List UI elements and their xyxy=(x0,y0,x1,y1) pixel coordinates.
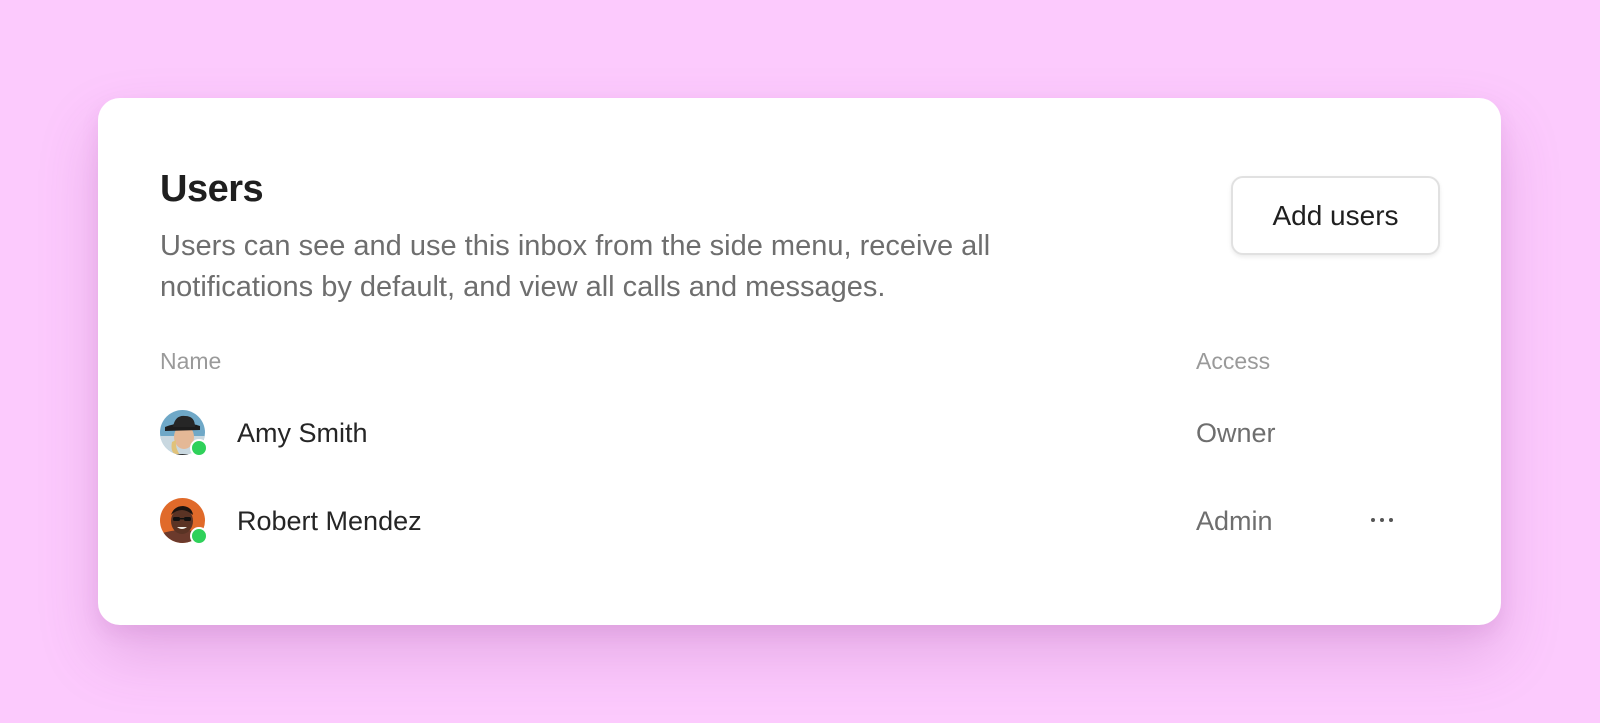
card-title: Users xyxy=(160,168,264,210)
avatar xyxy=(160,498,208,545)
avatar xyxy=(160,410,208,457)
more-horizontal-icon xyxy=(1380,518,1384,522)
card-description: Users can see and use this inbox from th… xyxy=(160,230,991,303)
column-header-name: Name xyxy=(160,348,222,374)
users-card: Users Users can see and use this inbox f… xyxy=(98,98,1501,625)
more-horizontal-icon xyxy=(1389,518,1393,522)
online-status-icon xyxy=(190,439,208,457)
user-name: Robert Mendez xyxy=(237,506,422,536)
user-row: Robert Mendez Admin xyxy=(160,496,1450,546)
more-options-button[interactable] xyxy=(1362,504,1402,536)
add-users-button[interactable]: Add users xyxy=(1231,176,1440,255)
user-row: Amy Smith Owner xyxy=(160,408,1450,458)
user-name: Amy Smith xyxy=(237,418,368,448)
column-header-access: Access xyxy=(1196,348,1271,374)
user-access: Owner xyxy=(1196,418,1276,448)
online-status-icon xyxy=(190,527,208,545)
more-horizontal-icon xyxy=(1371,518,1375,522)
user-access: Admin xyxy=(1196,506,1273,536)
